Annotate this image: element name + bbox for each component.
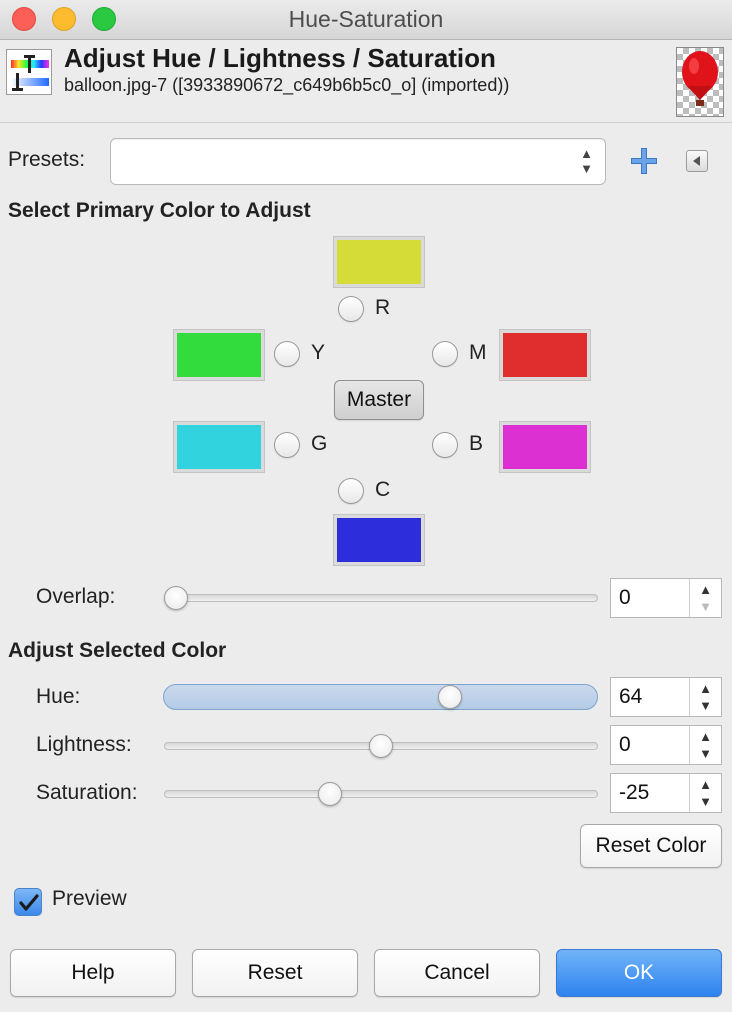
- dialog-header: Adjust Hue / Lightness / Saturation ball…: [0, 41, 732, 123]
- radio-g[interactable]: [274, 432, 300, 458]
- window-title: Hue-Saturation: [288, 6, 444, 32]
- cancel-button[interactable]: Cancel: [374, 949, 540, 997]
- radio-r[interactable]: [338, 296, 364, 322]
- swatch-magenta: [499, 329, 591, 381]
- lightness-value: 0: [619, 733, 631, 756]
- saturation-label: Saturation:: [36, 781, 138, 804]
- presets-combo[interactable]: ▲ ▼: [110, 138, 606, 185]
- hue-label: Hue:: [36, 685, 81, 708]
- lightness-slider-thumb[interactable]: [369, 734, 393, 758]
- overlap-label: Overlap:: [36, 585, 116, 608]
- lightness-spinner[interactable]: 0 ▲ ▼: [610, 725, 722, 765]
- reset-button[interactable]: Reset: [192, 949, 358, 997]
- spin-arrows-icon[interactable]: ▲ ▼: [689, 774, 721, 812]
- swatch-cyan: [333, 514, 425, 566]
- hue-slider[interactable]: [163, 684, 598, 710]
- help-button[interactable]: Help: [10, 949, 176, 997]
- swatch-red: [333, 236, 425, 288]
- image-name: balloon.jpg-7 ([3933890672_c649b6b5c0_o]…: [64, 75, 510, 95]
- saturation-slider-thumb[interactable]: [317, 782, 342, 806]
- radio-c-label: C: [375, 478, 391, 501]
- radio-m[interactable]: [432, 341, 458, 367]
- title-bar: Hue-Saturation: [0, 0, 732, 40]
- radio-m-label: M: [469, 341, 487, 364]
- select-primary-heading: Select Primary Color to Adjust: [8, 199, 311, 222]
- add-preset-icon[interactable]: [628, 145, 660, 177]
- preview-checkbox[interactable]: [14, 888, 42, 916]
- spin-arrows-icon[interactable]: ▲ ▼: [689, 726, 721, 764]
- radio-y[interactable]: [274, 341, 300, 367]
- radio-g-label: G: [311, 432, 328, 455]
- preview-label: Preview: [52, 887, 127, 910]
- spin-arrows-icon[interactable]: ▲ ▼: [689, 678, 721, 716]
- hue-saturation-tool-icon: [6, 49, 52, 95]
- saturation-spinner[interactable]: -25 ▲ ▼: [610, 773, 722, 813]
- swatch-blue: [499, 421, 591, 473]
- overlap-slider[interactable]: [164, 594, 598, 602]
- image-thumbnail: [676, 47, 724, 117]
- saturation-value: -25: [619, 781, 650, 804]
- master-button[interactable]: Master: [334, 380, 424, 420]
- radio-c[interactable]: [338, 478, 364, 504]
- lightness-label: Lightness:: [36, 733, 132, 756]
- radio-b-label: B: [469, 432, 484, 455]
- swatch-yellow: [173, 329, 265, 381]
- combo-arrows-icon: ▲ ▼: [580, 146, 593, 176]
- overlap-spinner[interactable]: 0 ▲ ▼: [610, 578, 722, 618]
- ok-button[interactable]: OK: [556, 949, 722, 997]
- hue-value: 64: [619, 685, 643, 708]
- radio-r-label: R: [375, 296, 391, 319]
- overlap-slider-thumb[interactable]: [164, 586, 188, 610]
- overlap-value: 0: [619, 586, 631, 609]
- spin-arrows-icon[interactable]: ▲ ▼: [689, 579, 721, 617]
- presets-menu-icon[interactable]: [686, 150, 708, 172]
- saturation-slider[interactable]: [164, 790, 598, 798]
- radio-y-label: Y: [311, 341, 326, 364]
- adjust-selected-heading: Adjust Selected Color: [8, 639, 227, 662]
- reset-color-button[interactable]: Reset Color: [580, 824, 722, 868]
- presets-label: Presets:: [8, 148, 86, 171]
- radio-b[interactable]: [432, 432, 458, 458]
- swatch-green: [173, 421, 265, 473]
- dialog-title: Adjust Hue / Lightness / Saturation: [64, 43, 496, 73]
- checkmark-icon: [19, 894, 39, 911]
- hue-spinner[interactable]: 64 ▲ ▼: [610, 677, 722, 717]
